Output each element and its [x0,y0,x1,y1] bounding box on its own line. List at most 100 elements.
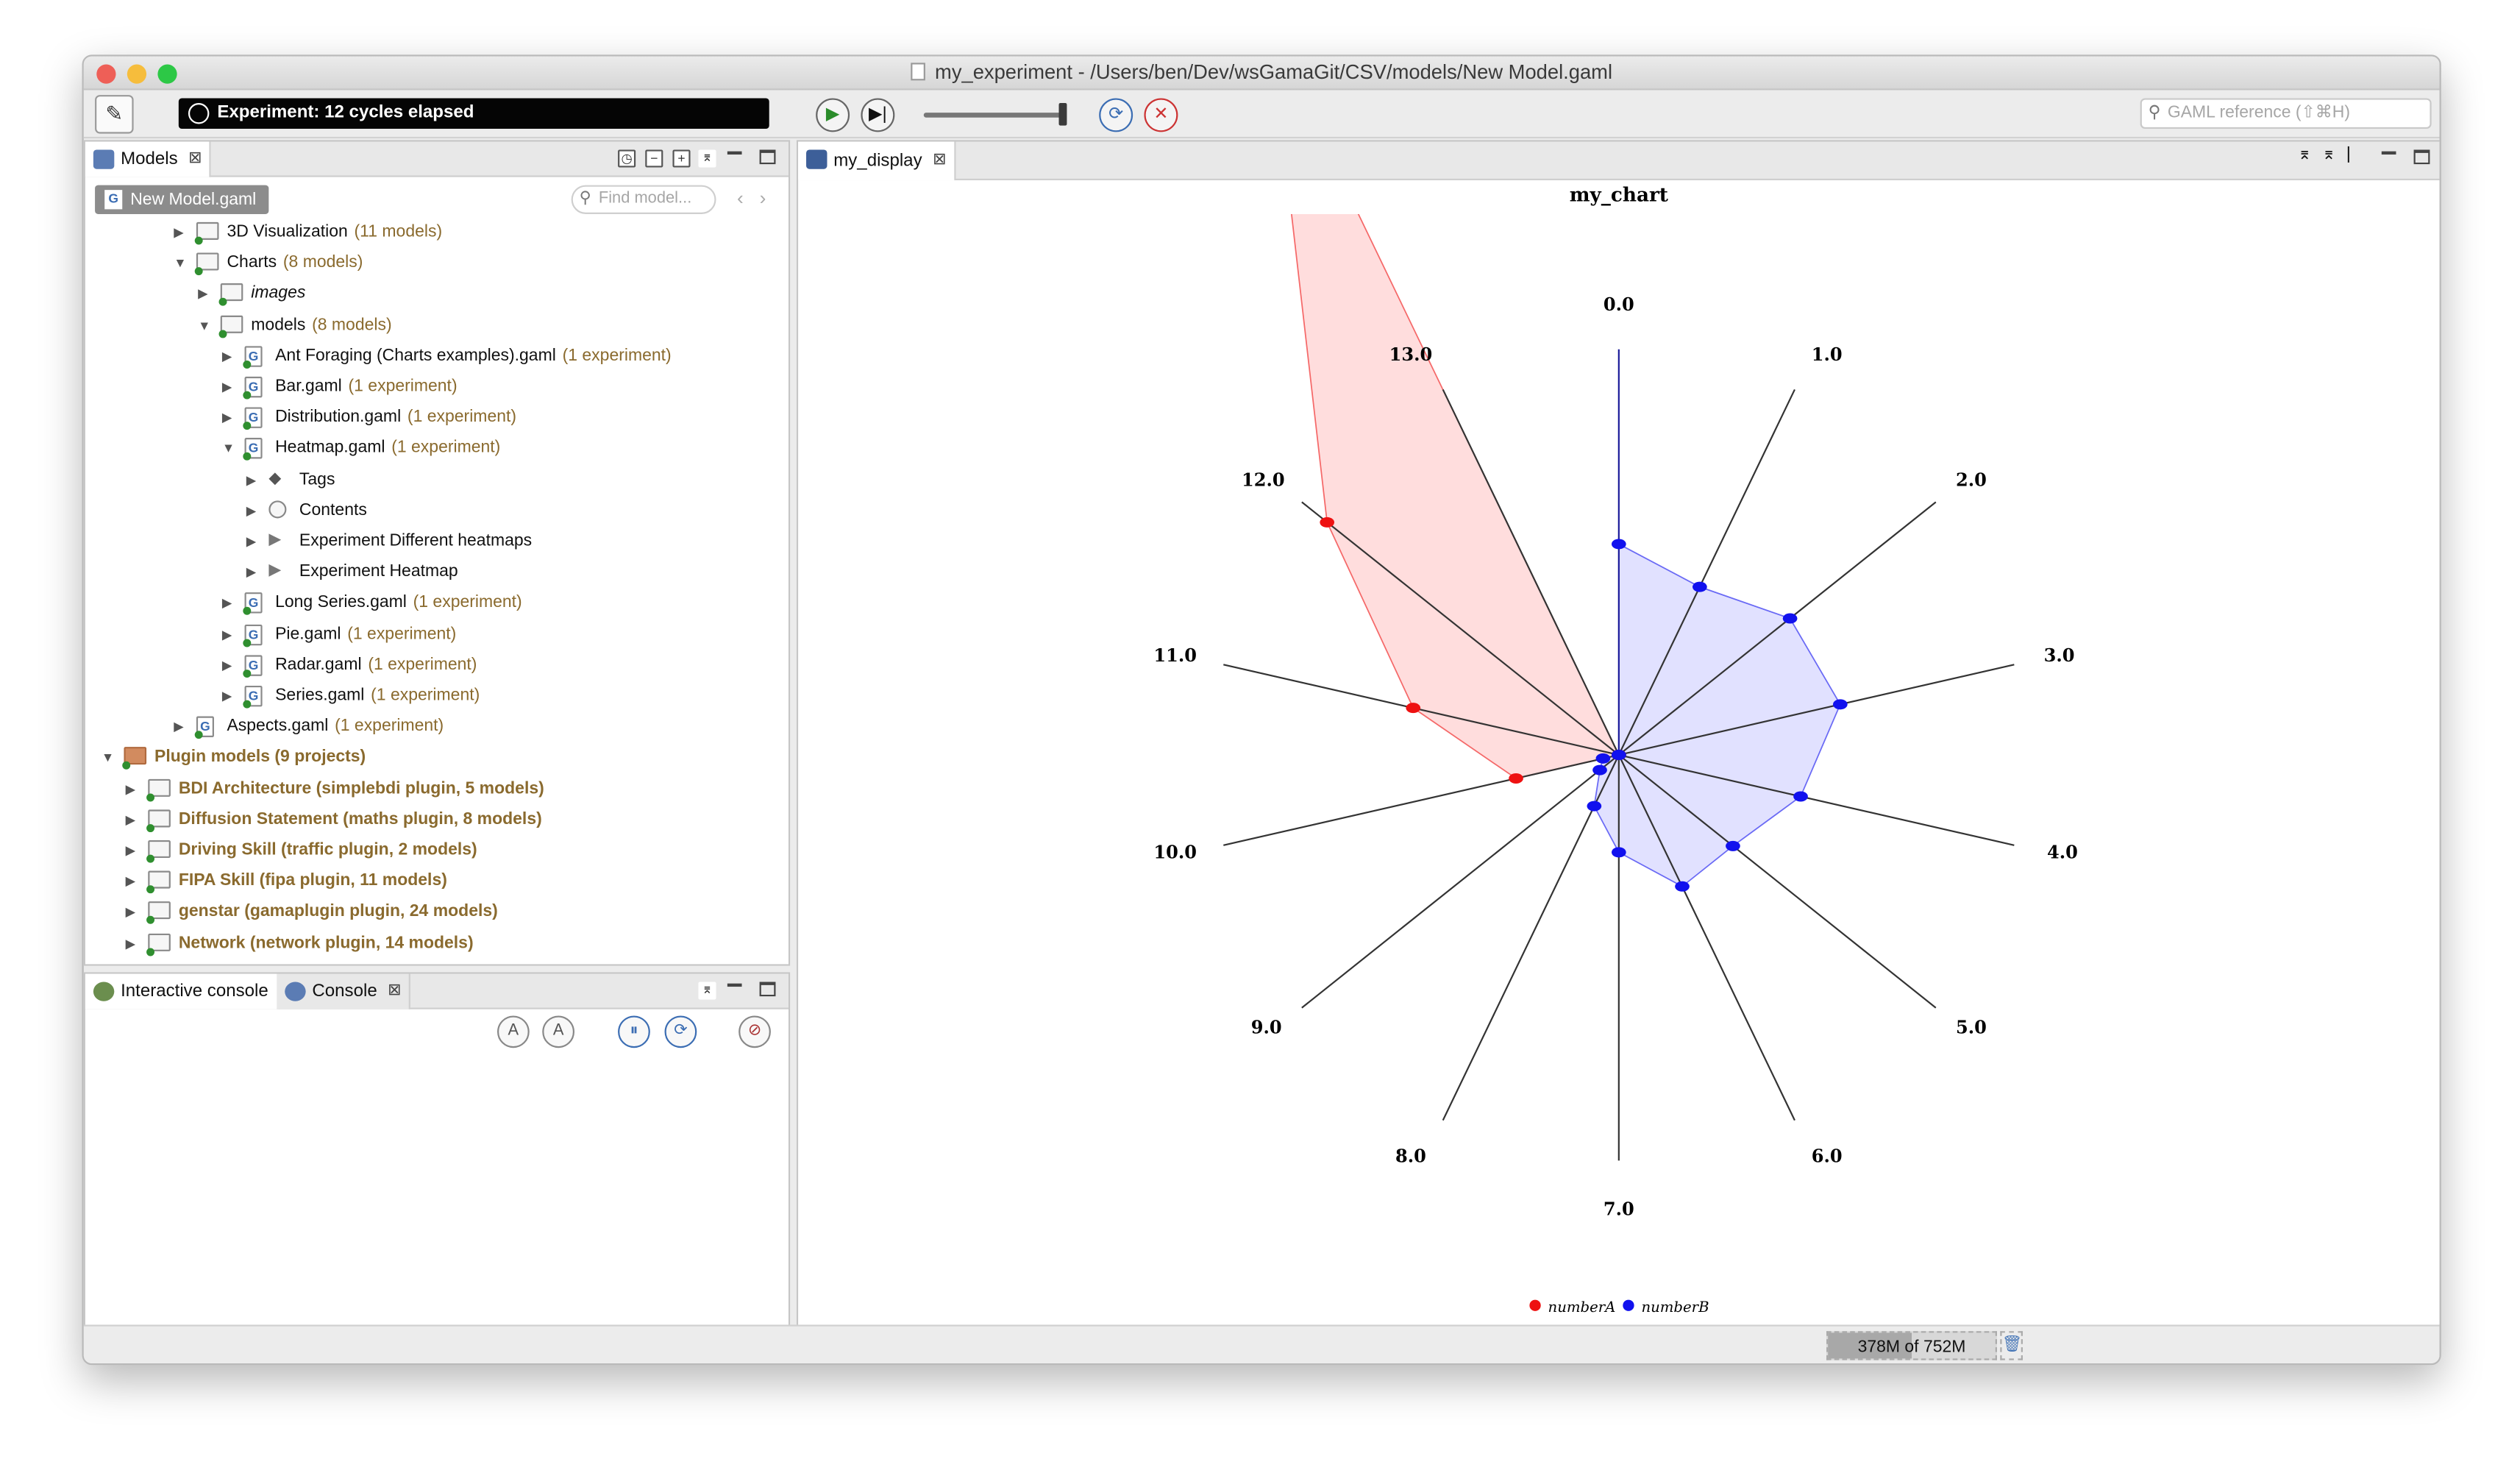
split-icon[interactable]: ⎸ [2348,146,2364,164]
reload-button[interactable]: ⟳ [1099,98,1133,132]
data-point-numberB [1833,699,1848,710]
axis-label: 3.0 [2044,645,2075,666]
collapsed-arrow-icon[interactable]: ▶ [198,279,214,310]
data-point-numberB [1611,539,1626,550]
expanded-arrow-icon[interactable]: ▼ [222,433,238,464]
back-icon[interactable]: ‹ [737,187,744,210]
collapsed-arrow-icon[interactable]: ▶ [222,341,238,372]
collapsed-arrow-icon[interactable]: ▶ [246,557,263,588]
data-point-numberA [1509,773,1523,784]
tree-item-label: Experiment Heatmap [299,561,458,582]
title-bar: my_experiment - /Users/ben/Dev/wsGamaGit… [83,56,2440,90]
tab-my-display[interactable]: my_display ⊠ [798,141,956,181]
view-menu-icon[interactable]: ⌆ [698,982,716,1000]
collapsed-arrow-icon[interactable]: ▶ [126,773,142,804]
data-point-numberB [1726,840,1740,851]
collapsed-arrow-icon[interactable]: ▶ [222,650,238,681]
tree-item-meta: Network (network plugin, 14 models) [178,932,474,953]
close-window-button[interactable] [96,64,116,84]
view-menu-icon[interactable]: ⌆ [698,149,716,168]
axis-label: 6.0 [1812,1146,1843,1167]
axis-label: 4.0 [2047,841,2078,862]
step-button[interactable]: ▶| [861,98,895,132]
status-dot-icon [146,823,155,832]
clear-console-icon[interactable]: ⊘ [738,1015,771,1048]
collapsed-arrow-icon[interactable]: ▶ [126,866,142,897]
tab-interactive-console[interactable]: Interactive console [85,973,280,1009]
speed-slider[interactable] [923,113,1066,118]
speed-slider-knob[interactable] [1058,103,1067,126]
tree-item-label: images [251,283,306,304]
collapsed-arrow-icon[interactable]: ▶ [246,526,263,557]
selected-model-label: New Model.gaml [130,190,257,210]
maximize-icon[interactable] [759,982,776,997]
expanded-arrow-icon[interactable]: ▼ [198,310,214,341]
collapsed-arrow-icon[interactable]: ▶ [126,804,142,835]
display-panel: my_display ⊠ ⌆ ⌆ ⎸ my_chart 0.0 1.0 2.0 3.0… [796,140,2440,1327]
axis-label: 1.0 [1812,344,1843,365]
minimize-icon[interactable] [727,983,742,987]
data-point-numberB [1793,791,1808,802]
expanded-arrow-icon[interactable]: ▼ [102,742,118,773]
maximize-icon[interactable] [759,149,776,165]
axis-label: 2.0 [1956,469,1987,490]
collapsed-arrow-icon[interactable]: ▶ [222,372,238,402]
display-menu-icon[interactable]: ⌆ [2298,146,2311,164]
collapsed-arrow-icon[interactable]: ▶ [222,619,238,650]
tree-item-meta: (1 experiment) [562,345,672,366]
gaml-reference-search[interactable]: ⚲ GAML reference (⇧⌘H) [2140,98,2432,129]
refresh-icon[interactable]: ⟳ [664,1015,697,1048]
tree-item-meta: genstar (gamaplugin plugin, 24 models) [178,901,498,922]
collapsed-arrow-icon[interactable]: ▶ [174,217,190,248]
collapsed-arrow-icon[interactable]: ▶ [126,835,142,866]
display-tabbar: my_display ⊠ ⌆ ⌆ ⎸ [798,141,2440,181]
collapse-all-icon[interactable]: − [645,149,663,168]
tab-console[interactable]: Console ⊠ [277,973,411,1009]
memory-indicator[interactable]: 378M of 752M [1826,1331,1997,1360]
experiment-status-bar[interactable]: Experiment: 12 cycles elapsed [178,98,769,129]
tree-item-meta: Diffusion Statement (maths plugin, 8 mod… [178,809,542,829]
decrease-font-icon[interactable]: A [542,1015,575,1048]
find-model-input[interactable]: ⚲ Find model... [571,185,716,214]
collapsed-arrow-icon[interactable]: ▶ [126,897,142,928]
close-experiment-button[interactable]: ✕ [1144,98,1178,132]
status-dot-icon [146,854,155,863]
collapsed-arrow-icon[interactable]: ▶ [174,711,190,742]
status-dot-icon [194,267,203,276]
pencil-icon[interactable]: ✎ [95,95,134,134]
selected-model-badge[interactable]: G New Model.gaml [95,185,269,214]
run-button[interactable]: ▶ [816,98,850,132]
tree-item-label: Pie.gaml [275,623,341,644]
series-numberB-area [1593,542,1841,887]
axis-label: 13.0 [1389,344,1433,365]
trash-icon[interactable]: 🗑 [2000,1331,2023,1360]
collapsed-arrow-icon[interactable]: ▶ [222,681,238,711]
collapsed-arrow-icon[interactable]: ▶ [246,495,263,526]
collapsed-arrow-icon[interactable]: ▶ [222,402,238,433]
collapsed-arrow-icon[interactable]: ▶ [126,928,142,959]
maximize-icon[interactable] [2413,149,2430,165]
play-icon: ▶ [268,561,282,580]
tree-item-label: Bar.gaml [275,376,342,397]
pause-icon[interactable]: ⏸ [618,1015,650,1048]
collapsed-arrow-icon[interactable]: ▶ [222,588,238,619]
history-icon[interactable]: ◷ [618,149,636,168]
close-icon[interactable]: ⊠ [933,142,946,181]
sync-icon[interactable]: ⌆ [2322,146,2335,164]
collapsed-arrow-icon[interactable]: ▶ [246,464,263,495]
minimize-window-button[interactable] [127,64,147,84]
minimize-icon[interactable] [2381,151,2396,155]
tab-models[interactable]: Models ⊠ [85,141,212,177]
increase-font-icon[interactable]: A [496,1015,530,1048]
tree-item-meta: (1 experiment) [347,623,457,644]
radar-plot-area [1223,213,2015,1161]
document-icon [911,63,925,81]
minimize-icon[interactable] [727,151,742,155]
maximize-window-button[interactable] [157,64,177,84]
close-icon[interactable]: ⊠ [188,142,202,177]
close-icon[interactable]: ⊠ [388,974,401,1009]
tree-item-label: Heatmap.gaml [275,438,385,458]
expanded-arrow-icon[interactable]: ▼ [174,248,190,279]
forward-icon[interactable]: › [760,187,766,210]
expand-all-icon[interactable]: + [672,149,691,168]
